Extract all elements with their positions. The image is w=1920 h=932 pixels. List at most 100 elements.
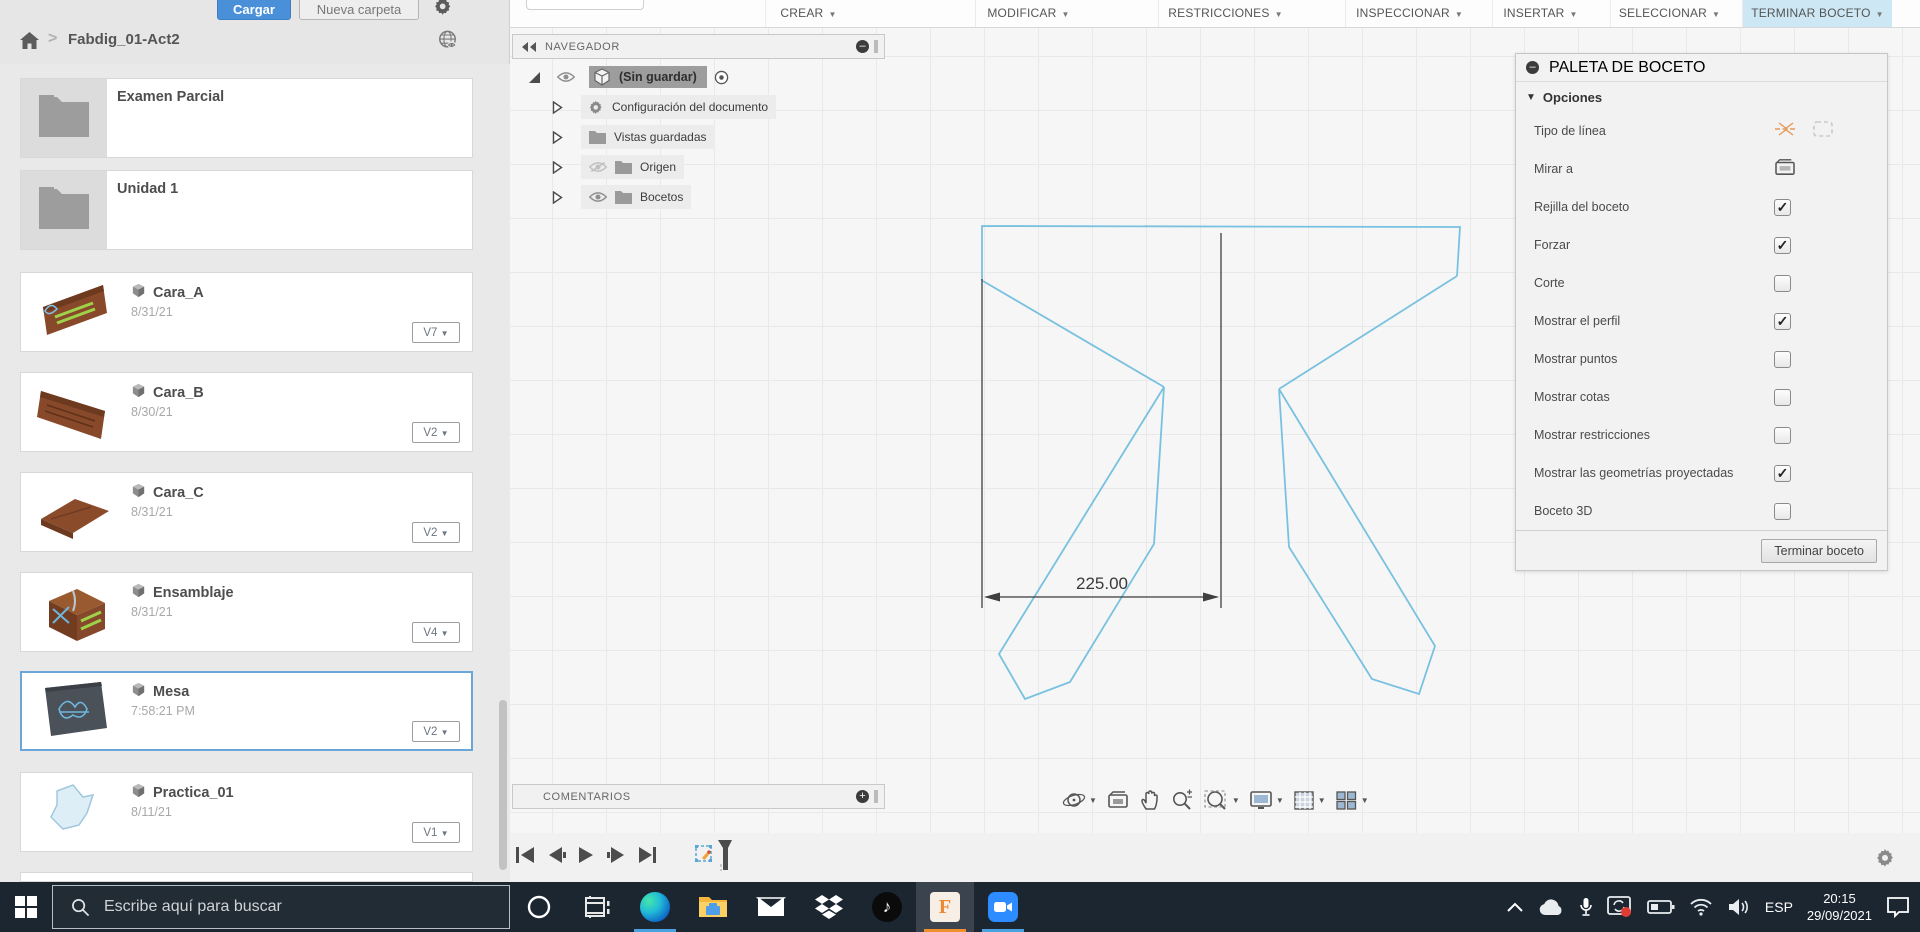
taskbar-clock[interactable]: 20:15 29/09/2021	[1807, 890, 1872, 924]
sync-status-icon[interactable]	[1607, 896, 1633, 918]
dropbox-taskbar-icon[interactable]	[800, 882, 858, 932]
finish-sketch-button[interactable]: Terminar boceto	[1761, 539, 1877, 563]
display-settings-tool[interactable]: ▼	[1249, 790, 1284, 811]
comments-drag-grip[interactable]	[874, 790, 878, 803]
timeline-options-gear-icon[interactable]	[1876, 848, 1896, 868]
zoom-tool[interactable]	[1170, 789, 1194, 811]
file-card-practica-01[interactable]: Practica_01 8/11/21 V1 ▼	[20, 772, 473, 852]
version-badge[interactable]: V2 ▼	[412, 522, 460, 543]
reference-line-icon[interactable]	[1812, 120, 1834, 143]
language-indicator[interactable]: ESP	[1765, 899, 1793, 915]
file-card-cara-b[interactable]: Cara_B 8/30/21 V2 ▼	[20, 372, 473, 452]
checkbox-checked[interactable]: ✓	[1774, 312, 1791, 330]
folder-card-examen-parcial[interactable]: Examen Parcial	[20, 78, 473, 158]
menu-insertar[interactable]: INSERTAR ▼	[1492, 0, 1588, 27]
folder-card-unidad-1[interactable]: Unidad 1	[20, 170, 473, 250]
zoom-window-tool[interactable]: ▼	[1203, 789, 1240, 811]
tree-item-chip[interactable]: Bocetos	[581, 185, 692, 209]
viewports-tool[interactable]: ▼	[1335, 790, 1369, 811]
navigator-panel-header[interactable]: NAVEGADOR –	[512, 34, 885, 59]
document-root-chip[interactable]: (Sin guardar)	[589, 66, 707, 88]
version-badge[interactable]: V2 ▼	[412, 422, 460, 443]
pan-tool[interactable]	[1139, 789, 1161, 811]
microphone-icon[interactable]	[1579, 897, 1593, 917]
navigator-drag-grip[interactable]	[874, 40, 878, 53]
activate-target-icon[interactable]	[714, 70, 729, 85]
version-badge[interactable]: V4 ▼	[412, 622, 460, 643]
data-panel-scrollbar[interactable]	[499, 64, 507, 882]
tree-item-configuraci-n-del-documento[interactable]: Configuración del documento	[512, 92, 892, 122]
volume-icon[interactable]	[1727, 898, 1751, 916]
tree-item-origen[interactable]: Origen	[512, 152, 892, 182]
start-button[interactable]	[0, 882, 52, 932]
menu-terminar-boceto[interactable]: TERMINAR BOCETO ▼	[1742, 0, 1892, 27]
construction-line-icon[interactable]	[1774, 120, 1798, 143]
palette-collapse-icon[interactable]: –	[1526, 61, 1539, 74]
new-folder-button[interactable]: Nueva carpeta	[299, 0, 419, 20]
tree-item-chip[interactable]: Vistas guardadas	[581, 125, 715, 149]
collapse-left-icon[interactable]	[521, 41, 537, 52]
menu-crear[interactable]: CREAR ▼	[765, 0, 851, 27]
wifi-icon[interactable]	[1689, 898, 1713, 916]
expand-arrow-icon[interactable]	[552, 190, 563, 204]
menu-inspeccionar[interactable]: INSPECCIONAR ▼	[1345, 0, 1473, 27]
timeline-step-back-button[interactable]	[545, 845, 567, 870]
timeline-step-forward-button[interactable]	[605, 845, 627, 870]
navigator-collapse-icon[interactable]: –	[856, 40, 869, 53]
timeline-play-button[interactable]	[576, 845, 596, 870]
grid-settings-tool[interactable]: ▼	[1293, 790, 1326, 811]
mail-taskbar-icon[interactable]	[742, 882, 800, 932]
dimension-lines[interactable]	[981, 233, 1222, 608]
version-badge[interactable]: V2 ▼	[412, 721, 460, 742]
home-icon[interactable]	[20, 32, 39, 49]
globe-visibility-icon[interactable]	[437, 30, 458, 50]
tiktok-taskbar-icon[interactable]: ♪	[858, 882, 916, 932]
checkbox-unchecked[interactable]	[1774, 274, 1791, 292]
expand-arrow-icon[interactable]	[552, 130, 563, 144]
tree-item-bocetos[interactable]: Bocetos	[512, 182, 892, 212]
action-center-icon[interactable]	[1886, 896, 1910, 918]
section-expand-icon[interactable]: ▼	[1526, 92, 1536, 103]
timeline-sketch-feature-marker[interactable]	[694, 838, 736, 877]
breadcrumb-project-label[interactable]: Fabdig_01-Act2	[68, 31, 180, 48]
settings-gear-icon[interactable]	[434, 0, 454, 16]
menu-restricciones[interactable]: RESTRICCIONES ▼	[1158, 0, 1292, 27]
tree-item-vistas-guardadas[interactable]: Vistas guardadas	[512, 122, 892, 152]
look-at-tool[interactable]	[1106, 790, 1130, 810]
tree-root-row[interactable]: (Sin guardar)	[512, 62, 892, 92]
file-card-mesa[interactable]: Mesa 7:58:21 PM V2 ▼	[20, 671, 473, 751]
onedrive-cloud-icon[interactable]	[1537, 898, 1565, 916]
timeline-go-end-button[interactable]	[636, 845, 658, 870]
task-view-button[interactable]	[568, 882, 626, 932]
sketch-canvas[interactable]: 225.00 NAVEGADOR – (Sin guardar) Configur…	[510, 28, 1920, 882]
file-card-cara-a[interactable]: Cara_A 8/31/21 V7 ▼	[20, 272, 473, 352]
palette-options-section[interactable]: ▼ Opciones	[1516, 82, 1887, 112]
timeline-go-start-button[interactable]	[514, 845, 536, 870]
menu-seleccionar[interactable]: SELECCIONAR ▼	[1610, 0, 1728, 27]
checkbox-checked[interactable]: ✓	[1774, 236, 1791, 254]
root-visibility-eye-icon[interactable]	[557, 71, 575, 83]
version-badge[interactable]: V7 ▼	[412, 322, 460, 343]
tree-item-chip[interactable]: Origen	[581, 155, 685, 179]
file-card-cara-c[interactable]: Cara_C 8/31/21 V2 ▼	[20, 472, 473, 552]
expand-arrow-icon[interactable]	[552, 160, 563, 174]
fusion360-taskbar-icon[interactable]: F	[916, 882, 974, 932]
checkbox-checked[interactable]: ✓	[1774, 464, 1791, 482]
sketch-palette-header[interactable]: – PALETA DE BOCETO	[1516, 54, 1887, 82]
root-expanded-icon[interactable]	[528, 71, 541, 84]
cortana-button[interactable]	[510, 882, 568, 932]
look-at-icon[interactable]	[1774, 158, 1796, 181]
zoom-taskbar-icon[interactable]	[974, 882, 1032, 932]
tray-chevron-up-icon[interactable]	[1507, 902, 1523, 912]
comments-add-icon[interactable]: +	[856, 790, 869, 803]
orbit-tool[interactable]: ▼	[1062, 789, 1097, 811]
upload-button[interactable]: Cargar	[217, 0, 291, 20]
file-card-ensamblaje[interactable]: Ensamblaje 8/31/21 V4 ▼	[20, 572, 473, 652]
version-badge[interactable]: V1 ▼	[412, 822, 460, 843]
comments-panel-header[interactable]: COMENTARIOS +	[512, 784, 885, 809]
checkbox-unchecked[interactable]	[1774, 388, 1791, 406]
tree-item-chip[interactable]: Configuración del documento	[581, 95, 777, 119]
checkbox-unchecked[interactable]	[1774, 502, 1791, 520]
battery-icon[interactable]	[1647, 899, 1675, 915]
checkbox-unchecked[interactable]	[1774, 350, 1791, 368]
